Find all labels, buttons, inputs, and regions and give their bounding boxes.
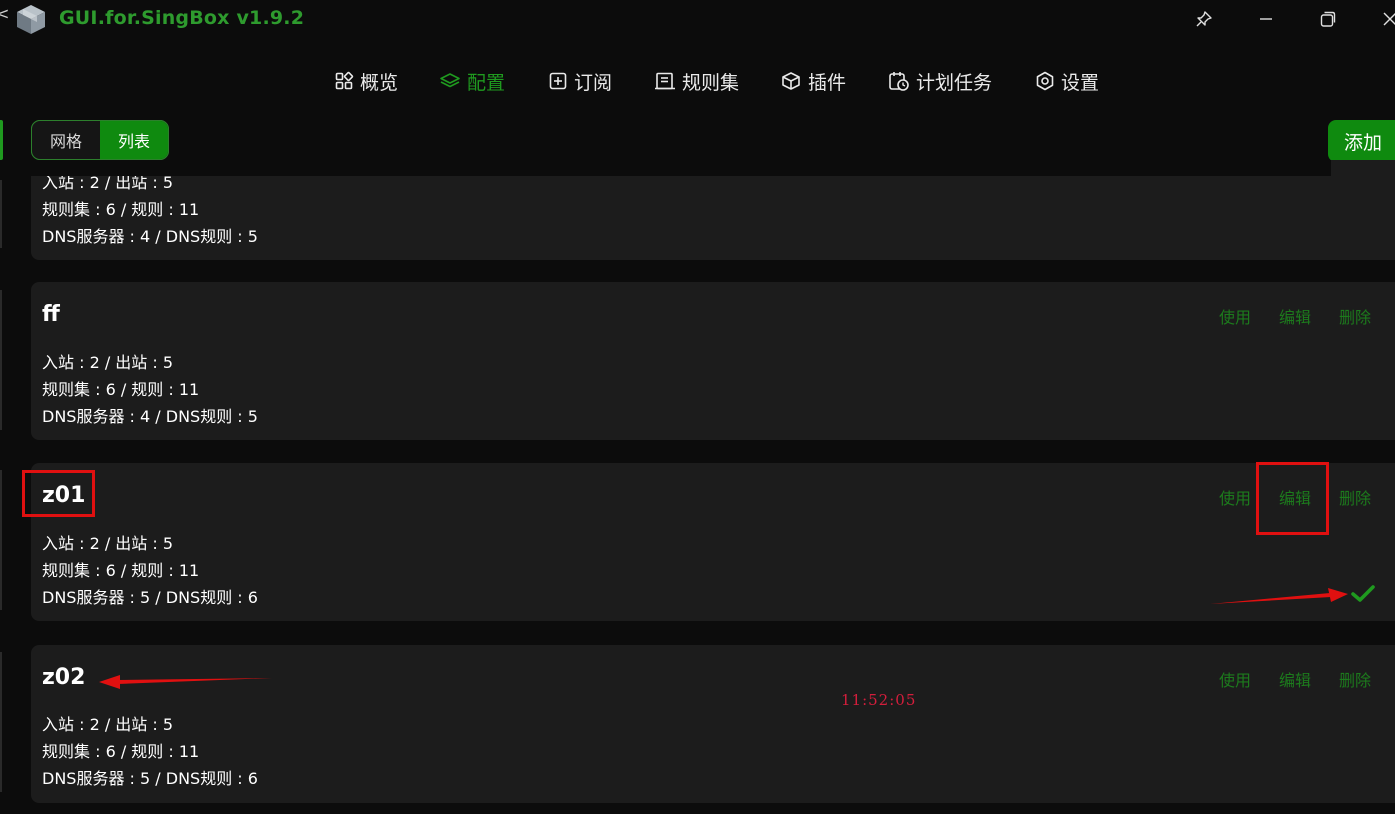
stat-ruleset-rules: 规则集 : 6 / 规则 : 11 [42,380,200,399]
annotation-box-name [22,470,95,517]
nav-item-profiles[interactable]: 配置 [439,64,505,98]
view-list-button[interactable]: 列表 [100,121,168,159]
nav-label: 设置 [1061,71,1100,94]
calendar-clock-icon [889,72,909,91]
timestamp-overlay: 11:52:05 [841,691,917,709]
nav-item-settings[interactable]: 设置 [1035,64,1099,98]
pin-icon [1196,11,1212,27]
nav-item-plugins[interactable]: 插件 [780,64,846,98]
left-divider [0,470,2,610]
close-icon [1383,12,1395,26]
left-divider [0,652,2,792]
use-button[interactable]: 使用 [1219,667,1251,691]
title-bar: < GUI.for.SingBox v1.9.2 [0,0,1395,40]
back-arrow-icon[interactable]: < [0,4,9,23]
scroll-mask [31,160,1331,176]
profile-stats: 入站 : 2 / 出站 : 5 规则集 : 6 / 规则 : 11 DNS服务器… [42,169,258,250]
use-button[interactable]: 使用 [1219,304,1251,328]
stat-dns: DNS服务器 : 4 / DNS规则 : 5 [42,227,258,246]
profile-stats: 入站 : 2 / 出站 : 5 规则集 : 6 / 规则 : 11 DNS服务器… [42,349,258,430]
grid-icon [335,71,354,90]
profile-name: z02 [42,665,86,690]
nav-label: 插件 [808,71,847,94]
stat-ruleset-rules: 规则集 : 6 / 规则 : 11 [42,742,200,761]
nav-item-overview[interactable]: 概览 [334,64,398,98]
square-plus-icon [549,72,567,90]
stat-ruleset-rules: 规则集 : 6 / 规则 : 11 [42,200,200,219]
nav-label: 配置 [467,71,506,94]
restore-icon [1320,11,1336,27]
stat-dns: DNS服务器 : 4 / DNS规则 : 5 [42,407,258,426]
profile-stats: 入站 : 2 / 出站 : 5 规则集 : 6 / 规则 : 11 DNS服务器… [42,530,258,611]
profile-card: ff 使用 编辑 删除 入站 : 2 / 出站 : 5 规则集 : 6 / 规则… [31,282,1395,440]
annotation-box-edit [1256,462,1329,535]
edit-button[interactable]: 编辑 [1279,304,1311,328]
app-logo-icon [17,5,45,34]
nav-label: 订阅 [574,71,613,94]
profile-actions: 使用 编辑 删除 [1219,304,1371,328]
nav-item-scheduled-tasks[interactable]: 计划任务 [888,64,992,98]
minimize-button[interactable] [1251,6,1281,32]
stat-inbound-outbound: 入站 : 2 / 出站 : 5 [42,353,174,372]
delete-button[interactable]: 删除 [1339,304,1371,328]
stat-inbound-outbound: 入站 : 2 / 出站 : 5 [42,715,174,734]
add-button[interactable]: 添加 [1328,120,1395,162]
close-button[interactable] [1375,6,1395,32]
edit-button[interactable]: 编辑 [1279,667,1311,691]
stat-dns: DNS服务器 : 5 / DNS规则 : 6 [42,769,258,788]
nav-label: 规则集 [682,71,740,94]
minimize-icon [1260,18,1272,20]
profile-stats: 入站 : 2 / 出站 : 5 规则集 : 6 / 规则 : 11 DNS服务器… [42,711,258,792]
delete-button[interactable]: 删除 [1339,667,1371,691]
pin-button[interactable] [1189,6,1219,32]
list-icon [655,72,675,90]
restore-button[interactable] [1313,6,1343,32]
layers-icon [440,73,460,88]
box-icon [782,72,800,90]
stat-ruleset-rules: 规则集 : 6 / 规则 : 11 [42,561,200,580]
hexagon-gear-icon [1036,71,1054,91]
app-window: < GUI.for.SingBox v1.9.2 概览 配置 订阅 规则集 插件… [0,0,1395,814]
nav-item-rulesets[interactable]: 规则集 [654,64,739,98]
main-nav: 概览 配置 订阅 规则集 插件 计划任务 设置 [0,64,1395,98]
profile-actions: 使用 编辑 删除 [1219,667,1371,691]
stat-inbound-outbound: 入站 : 2 / 出站 : 5 [42,534,174,553]
nav-item-subscriptions[interactable]: 订阅 [548,64,612,98]
profile-name: ff [42,302,60,327]
checkmark-icon [1351,585,1375,602]
sidebar-accent [0,120,3,160]
profile-card-selected: z01 使用 编辑 删除 入站 : 2 / 出站 : 5 规则集 : 6 / 规… [31,463,1395,621]
view-toggle: 网格 列表 [31,120,169,160]
view-grid-button[interactable]: 网格 [32,121,100,159]
stat-dns: DNS服务器 : 5 / DNS规则 : 6 [42,588,258,607]
app-title: GUI.for.SingBox v1.9.2 [59,7,305,29]
profile-card: z02 使用 编辑 删除 入站 : 2 / 出站 : 5 规则集 : 6 / 规… [31,645,1395,803]
use-button[interactable]: 使用 [1219,485,1251,509]
delete-button[interactable]: 删除 [1339,485,1371,509]
nav-label: 概览 [360,71,399,94]
left-divider [0,180,2,248]
left-divider [0,290,2,430]
nav-label: 计划任务 [916,71,993,94]
